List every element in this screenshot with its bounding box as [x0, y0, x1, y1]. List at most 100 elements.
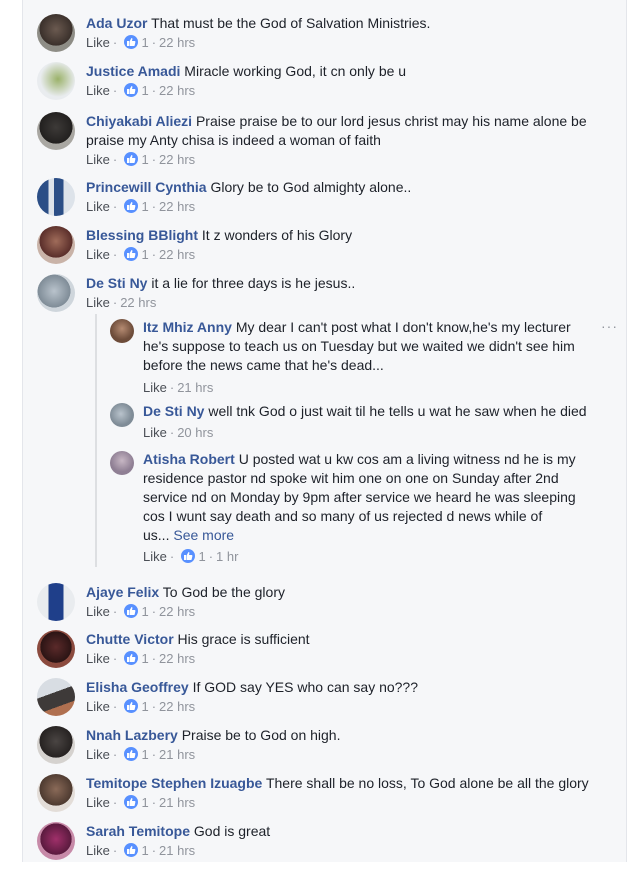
- avatar[interactable]: [37, 630, 75, 668]
- avatar[interactable]: [37, 774, 75, 812]
- like-button[interactable]: Like: [143, 425, 167, 440]
- comment-time[interactable]: 22 hrs: [159, 199, 195, 214]
- avatar[interactable]: [37, 14, 75, 52]
- like-reaction-icon[interactable]: [123, 83, 138, 97]
- like-reaction-icon[interactable]: [123, 604, 138, 618]
- see-more-link[interactable]: See more: [173, 527, 234, 543]
- like-button[interactable]: Like: [86, 699, 110, 714]
- reply-author[interactable]: Itz Mhiz Anny: [143, 319, 232, 335]
- comment-time[interactable]: 22 hrs: [159, 35, 195, 50]
- like-reaction-icon[interactable]: [123, 651, 138, 665]
- comment-author[interactable]: Elisha Geoffrey: [86, 679, 189, 695]
- like-reaction-icon[interactable]: [123, 843, 138, 857]
- comment-text: Praise praise be to our lord jesus chris…: [195, 113, 587, 129]
- comment-time[interactable]: 22 hrs: [120, 295, 156, 310]
- like-button[interactable]: Like: [143, 380, 167, 395]
- comment-time[interactable]: 21 hrs: [159, 843, 195, 858]
- like-button[interactable]: Like: [86, 35, 110, 50]
- like-reaction-icon[interactable]: [123, 795, 138, 809]
- avatar[interactable]: [37, 226, 75, 264]
- avatar[interactable]: [110, 403, 134, 427]
- reaction-count[interactable]: 1: [141, 199, 148, 214]
- like-reaction-icon[interactable]: [123, 247, 138, 261]
- comment-time[interactable]: 21 hrs: [159, 747, 195, 762]
- comment-text: To God be the glory: [162, 584, 285, 600]
- reply-author[interactable]: Atisha Robert: [143, 451, 235, 467]
- comment-text: His grace is sufficient: [177, 631, 310, 647]
- avatar[interactable]: [37, 678, 75, 716]
- like-button[interactable]: Like: [86, 604, 110, 619]
- comment-author[interactable]: Blessing BBlight: [86, 227, 198, 243]
- comment-author[interactable]: De Sti Ny: [86, 275, 147, 291]
- reaction-count[interactable]: 1: [141, 795, 148, 810]
- comment-text: Miracle working God, it cn only be u: [184, 63, 407, 79]
- like-button[interactable]: Like: [86, 247, 110, 262]
- avatar[interactable]: [37, 62, 75, 100]
- more-options-icon[interactable]: ···: [601, 318, 618, 334]
- reply-meta: Like · 1 · 1 hr: [143, 549, 239, 564]
- like-button[interactable]: Like: [86, 152, 110, 167]
- avatar[interactable]: [37, 178, 75, 216]
- comment-text: It z wonders of his Glory: [201, 227, 353, 243]
- comment-time[interactable]: 22 hrs: [159, 83, 195, 98]
- comment-time[interactable]: 22 hrs: [159, 247, 195, 262]
- reaction-count[interactable]: 1: [198, 549, 205, 564]
- reply-meta: Like · 21 hrs: [143, 380, 214, 395]
- reply-time[interactable]: 1 hr: [216, 549, 238, 564]
- comment-time[interactable]: 22 hrs: [159, 651, 195, 666]
- avatar[interactable]: [37, 583, 75, 621]
- like-reaction-icon[interactable]: [123, 699, 138, 713]
- comment-author[interactable]: Chiyakabi Aliezi: [86, 113, 192, 129]
- comment-time[interactable]: 22 hrs: [159, 152, 195, 167]
- reply-time[interactable]: 20 hrs: [177, 425, 213, 440]
- like-button[interactable]: Like: [86, 199, 110, 214]
- like-reaction-icon[interactable]: [123, 35, 138, 49]
- comment-author[interactable]: Temitope Stephen Izuagbe: [86, 775, 262, 791]
- like-button[interactable]: Like: [143, 549, 167, 564]
- reaction-count[interactable]: 1: [141, 651, 148, 666]
- comment-author[interactable]: Ajaye Felix: [86, 584, 159, 600]
- avatar[interactable]: [37, 274, 75, 312]
- reply-text: My dear I can't post what I don't know,h…: [235, 319, 571, 335]
- reaction-count[interactable]: 1: [141, 83, 148, 98]
- comment-author[interactable]: Chutte Victor: [86, 631, 174, 647]
- like-button[interactable]: Like: [86, 651, 110, 666]
- comment-author[interactable]: Nnah Lazbery: [86, 727, 178, 743]
- like-button[interactable]: Like: [86, 747, 110, 762]
- reply-time[interactable]: 21 hrs: [177, 380, 213, 395]
- comment-text-continued: praise my Anty chisa is indeed a woman o…: [86, 132, 381, 148]
- comment-time[interactable]: 22 hrs: [159, 604, 195, 619]
- comment-author[interactable]: Ada Uzor: [86, 15, 147, 31]
- reaction-count[interactable]: 1: [141, 604, 148, 619]
- like-button[interactable]: Like: [86, 83, 110, 98]
- like-button[interactable]: Like: [86, 295, 110, 310]
- avatar[interactable]: [37, 112, 75, 150]
- comment-author[interactable]: Justice Amadi: [86, 63, 180, 79]
- reply-text-continued: before the news came that he's dead...: [143, 357, 384, 373]
- like-reaction-icon[interactable]: [123, 152, 138, 166]
- like-button[interactable]: Like: [86, 795, 110, 810]
- reaction-count[interactable]: 1: [141, 699, 148, 714]
- reaction-count[interactable]: 1: [141, 843, 148, 858]
- comment-time[interactable]: 22 hrs: [159, 699, 195, 714]
- comment-text: God is great: [193, 823, 271, 839]
- comment-author[interactable]: Princewill Cynthia: [86, 179, 207, 195]
- comment-meta: Like · 1 · 22 hrs: [86, 35, 196, 50]
- reply-author[interactable]: De Sti Ny: [143, 403, 204, 419]
- like-reaction-icon[interactable]: [123, 199, 138, 213]
- reaction-count[interactable]: 1: [141, 747, 148, 762]
- reaction-count[interactable]: 1: [141, 247, 148, 262]
- comment-time[interactable]: 21 hrs: [159, 795, 195, 810]
- like-reaction-icon[interactable]: [123, 747, 138, 761]
- reaction-count[interactable]: 1: [141, 152, 148, 167]
- like-reaction-icon[interactable]: [180, 549, 195, 563]
- comment-text: There shall be no loss, To God alone be …: [265, 775, 589, 791]
- avatar[interactable]: [37, 822, 75, 860]
- comment-author[interactable]: Sarah Temitope: [86, 823, 190, 839]
- avatar[interactable]: [110, 319, 134, 343]
- reaction-count[interactable]: 1: [141, 35, 148, 50]
- avatar[interactable]: [110, 451, 134, 475]
- avatar[interactable]: [37, 726, 75, 764]
- like-button[interactable]: Like: [86, 843, 110, 858]
- reply-text-continued: he's suppose to teach us on Tuesday but …: [143, 338, 575, 354]
